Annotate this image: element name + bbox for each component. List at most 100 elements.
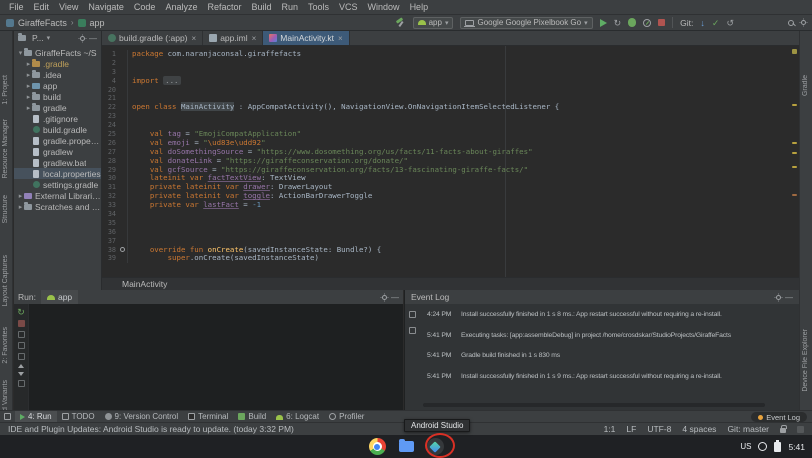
restart-activity-icon[interactable] — [18, 331, 25, 338]
clock[interactable]: 5:41 — [788, 442, 805, 452]
indent-setting[interactable]: 4 spaces — [682, 424, 716, 434]
horizontal-scrollbar[interactable] — [423, 403, 765, 407]
error-stripe[interactable] — [790, 46, 799, 277]
toolwindow-switcher-icon[interactable] — [4, 413, 11, 420]
breadcrumb-class[interactable]: MainActivity — [122, 279, 167, 289]
tree-chevron-icon[interactable]: ▸ — [17, 203, 24, 211]
chrome-icon[interactable] — [369, 438, 386, 455]
tree-item-gradle[interactable]: ▸gradle — [14, 102, 101, 113]
toolwindow-terminal[interactable]: Terminal — [183, 411, 233, 422]
tree-chevron-icon[interactable]: ▾ — [17, 49, 24, 57]
project-settings-gear-icon[interactable] — [80, 36, 85, 41]
menu-vcs[interactable]: VCS — [334, 2, 363, 12]
git-rollback-icon[interactable]: ↺ — [726, 18, 734, 28]
tree-item-build[interactable]: ▸build — [14, 91, 101, 102]
tree-item-gradle[interactable]: ▸.gradle — [14, 58, 101, 69]
menu-window[interactable]: Window — [363, 2, 405, 12]
menu-edit[interactable]: Edit — [29, 2, 55, 12]
close-icon[interactable]: × — [252, 34, 257, 43]
inspections-widget-icon[interactable] — [792, 49, 797, 54]
toolwindow-profiler[interactable]: Profiler — [324, 411, 369, 422]
event-log-button[interactable]: Event Log — [751, 412, 807, 422]
warning-mark[interactable] — [792, 194, 797, 196]
tree-item-app[interactable]: ▸app — [14, 80, 101, 91]
git-update-icon[interactable]: ↓ — [700, 18, 705, 28]
tree-item-local-properties[interactable]: local.properties — [14, 168, 101, 179]
tree-chevron-icon[interactable]: ▸ — [25, 60, 32, 68]
menu-view[interactable]: View — [54, 2, 83, 12]
breadcrumb-project[interactable]: GiraffeFacts — [18, 18, 67, 28]
system-tray[interactable]: US 5:41 — [740, 435, 805, 458]
override-icon[interactable] — [120, 247, 125, 252]
tree-item-gradlew[interactable]: gradlew — [14, 146, 101, 157]
soft-wrap-icon[interactable] — [18, 353, 25, 360]
hide-panel-icon[interactable]: — — [391, 293, 399, 302]
file-encoding[interactable]: UTF-8 — [647, 424, 671, 434]
menu-navigate[interactable]: Navigate — [83, 2, 129, 12]
tree-item-scratches-and-consoles[interactable]: ▸Scratches and Consoles — [14, 201, 101, 212]
debug-button[interactable] — [628, 18, 636, 27]
run-tab-app[interactable]: app — [41, 290, 78, 304]
status-message[interactable]: IDE and Plugin Updates: Android Studio i… — [8, 424, 294, 434]
notification-icon[interactable] — [758, 442, 767, 451]
clear-console-icon[interactable] — [18, 380, 25, 387]
device-select[interactable]: Google Google Pixelbook Go ▾ — [460, 17, 592, 29]
menu-file[interactable]: File — [4, 2, 29, 12]
git-commit-icon[interactable]: ✓ — [712, 18, 720, 28]
toolwindow-4-run[interactable]: 4: Run — [15, 411, 57, 422]
pin-tab-icon[interactable] — [18, 342, 25, 349]
toolwindow-button-structure[interactable]: Structure — [2, 195, 9, 223]
menu-tools[interactable]: Tools — [303, 2, 334, 12]
editor-tab-app-iml[interactable]: app.iml× — [203, 31, 263, 45]
toolwindow-build[interactable]: Build — [233, 411, 271, 422]
tree-chevron-icon[interactable]: ▸ — [25, 82, 32, 90]
git-branch[interactable]: Git: master — [727, 424, 769, 434]
project-panel-title[interactable]: P... — [32, 33, 44, 43]
lock-icon[interactable] — [780, 428, 786, 433]
keyboard-layout-badge[interactable]: US — [740, 442, 751, 451]
menu-refactor[interactable]: Refactor — [202, 2, 246, 12]
tree-chevron-icon[interactable]: ▸ — [17, 192, 24, 200]
warning-mark[interactable] — [792, 152, 797, 154]
tree-item-gradle-properties[interactable]: gradle.properties — [14, 135, 101, 146]
settings-gear-icon[interactable] — [801, 20, 806, 25]
tree-chevron-icon[interactable]: ▸ — [25, 71, 32, 79]
menu-code[interactable]: Code — [129, 2, 161, 12]
clear-log-icon[interactable] — [409, 311, 416, 318]
search-icon[interactable] — [788, 20, 794, 26]
line-ending[interactable]: LF — [626, 424, 636, 434]
tree-item-build-gradle[interactable]: build.gradle — [14, 124, 101, 135]
caret-position[interactable]: 1:1 — [604, 424, 616, 434]
tree-chevron-icon[interactable]: ▸ — [25, 93, 32, 101]
menu-analyze[interactable]: Analyze — [160, 2, 202, 12]
scroll-down-icon[interactable] — [18, 372, 24, 376]
event-log-settings-gear-icon[interactable] — [776, 295, 781, 300]
run-button[interactable] — [600, 19, 607, 27]
tree-item-settings-gradle[interactable]: settings.gradle — [14, 179, 101, 190]
scroll-up-icon[interactable] — [18, 364, 24, 368]
editor-tab-build-gradle-app[interactable]: build.gradle (:app)× — [102, 31, 203, 45]
toolwindow-9-version-control[interactable]: 9: Version Control — [100, 411, 184, 422]
menu-run[interactable]: Run — [277, 2, 304, 12]
stop-icon[interactable] — [18, 320, 25, 327]
tree-item-idea[interactable]: ▸.idea — [14, 69, 101, 80]
tree-item-giraffefacts-s[interactable]: ▾GiraffeFacts ~/S — [14, 47, 101, 58]
toolwindow-button-resource-manager[interactable]: Resource Manager — [2, 119, 9, 179]
close-icon[interactable]: × — [192, 34, 197, 43]
menu-build[interactable]: Build — [246, 2, 276, 12]
menu-help[interactable]: Help — [405, 2, 434, 12]
hide-panel-icon[interactable]: — — [785, 293, 793, 302]
tree-chevron-icon[interactable]: ▸ — [25, 104, 32, 112]
toolwindow-button-gradle[interactable]: Gradle — [802, 75, 809, 96]
run-configuration-select[interactable]: app ▾ — [413, 17, 454, 29]
run-settings-gear-icon[interactable] — [382, 295, 387, 300]
hide-panel-icon[interactable]: — — [89, 34, 97, 43]
toolwindow-button-1-project[interactable]: 1: Project — [2, 75, 9, 105]
build-hammer-icon[interactable] — [395, 17, 406, 28]
toolwindow-button-device-file-explorer[interactable]: Device File Explorer — [802, 329, 809, 392]
chevron-down-icon[interactable]: ▾ — [47, 34, 51, 42]
warning-mark[interactable] — [792, 142, 797, 144]
code-editor[interactable]: 1package com.naranjaconsal.giraffefacts2… — [102, 46, 799, 277]
log-settings-icon[interactable] — [409, 327, 416, 334]
rerun-icon[interactable]: ↻ — [17, 308, 25, 316]
